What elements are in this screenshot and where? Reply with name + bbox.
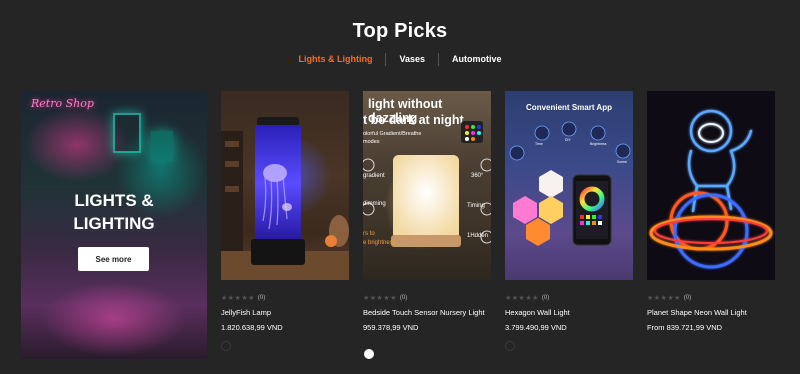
- product-card[interactable]: ★★★★★ (0) JellyFish Lamp 1.820.638,99 VN…: [221, 91, 349, 333]
- rating-stars: ★★★★★ (0): [221, 293, 349, 302]
- jellyfish-lamp-icon: [221, 117, 349, 280]
- product-price: 1.820.638,99 VND: [221, 323, 283, 332]
- product-image-bedside-light[interactable]: light without dazzling t be dark at nigh…: [363, 91, 491, 280]
- neon-glow-decoration: [151, 131, 173, 161]
- section-title: Top Picks: [352, 20, 448, 42]
- star-icon: ★★★★★: [647, 294, 681, 302]
- rating-count: (0): [399, 294, 408, 301]
- rating-count: (0): [541, 294, 550, 301]
- product-image-jellyfish-lamp[interactable]: [221, 91, 349, 280]
- color-swatch-icon[interactable]: [221, 341, 231, 351]
- rating-count: (0): [683, 294, 692, 301]
- product-name[interactable]: Hexagon Wall Light: [505, 308, 633, 318]
- product-card[interactable]: ★★★★★ (0) Planet Shape Neon Wall Light F…: [647, 91, 775, 333]
- image-text: dimming: [363, 201, 386, 207]
- product-card[interactable]: Convenient Smart App Time DIY Brightness…: [505, 91, 633, 333]
- product-image-planet-neon-light[interactable]: [647, 91, 775, 280]
- hero-heading: LIGHTS & LIGHTING: [21, 189, 207, 235]
- image-text: Scene: [617, 160, 627, 164]
- color-swatch-icon[interactable]: [505, 341, 515, 351]
- carousel-pagination-dot[interactable]: [364, 349, 374, 359]
- hero-heading-line: LIGHTS &: [74, 191, 154, 210]
- neon-sign-text: Retro Shop: [31, 97, 94, 110]
- tab-lights-lighting[interactable]: Lights & Lighting: [285, 53, 385, 66]
- neon-glow-decoration: [113, 113, 141, 153]
- bedside-lamp-icon: [363, 121, 491, 247]
- product-name[interactable]: Planet Shape Neon Wall Light: [647, 308, 775, 318]
- product-card[interactable]: light without dazzling t be dark at nigh…: [363, 91, 491, 333]
- image-text: e brightness: [363, 240, 396, 246]
- product-name[interactable]: JellyFish Lamp: [221, 308, 349, 318]
- rating-count: (0): [257, 294, 266, 301]
- product-image-hexagon-wall-light[interactable]: Convenient Smart App Time DIY Brightness…: [505, 91, 633, 280]
- star-icon: ★★★★★: [221, 294, 255, 302]
- rating-stars: ★★★★★ (0): [647, 293, 775, 302]
- rating-stars: ★★★★★ (0): [505, 293, 633, 302]
- image-text: DIY: [565, 138, 571, 142]
- product-price: 3.799.490,99 VND: [505, 323, 567, 332]
- tab-automotive[interactable]: Automotive: [438, 53, 515, 66]
- image-text: rs to: [363, 231, 375, 237]
- image-text: 360°: [471, 173, 484, 179]
- category-tabs: Lights & Lighting Vases Automotive: [0, 53, 800, 66]
- product-name[interactable]: Bedside Touch Sensor Nursery Light: [363, 308, 491, 318]
- hero-banner: Retro Shop LIGHTS & LIGHTING See more: [21, 91, 207, 359]
- product-price: From 839.721,99 VND: [647, 323, 723, 332]
- star-icon: ★★★★★: [505, 294, 539, 302]
- rating-stars: ★★★★★ (0): [363, 293, 491, 302]
- image-text: 1Hdden: [467, 233, 489, 239]
- image-text: Timing: [467, 203, 485, 209]
- star-icon: ★★★★★: [363, 294, 397, 302]
- hexagon-light-icon: [509, 121, 631, 246]
- image-text: Brightness: [590, 142, 607, 146]
- image-text: gradient: [363, 173, 385, 179]
- tab-vases[interactable]: Vases: [385, 53, 438, 66]
- astronaut-neon-icon: [649, 109, 773, 269]
- image-text: Time: [535, 142, 543, 146]
- hero-heading-line: LIGHTING: [73, 214, 155, 233]
- product-price: 959.378,99 VND: [363, 323, 419, 332]
- see-more-button[interactable]: See more: [78, 247, 149, 271]
